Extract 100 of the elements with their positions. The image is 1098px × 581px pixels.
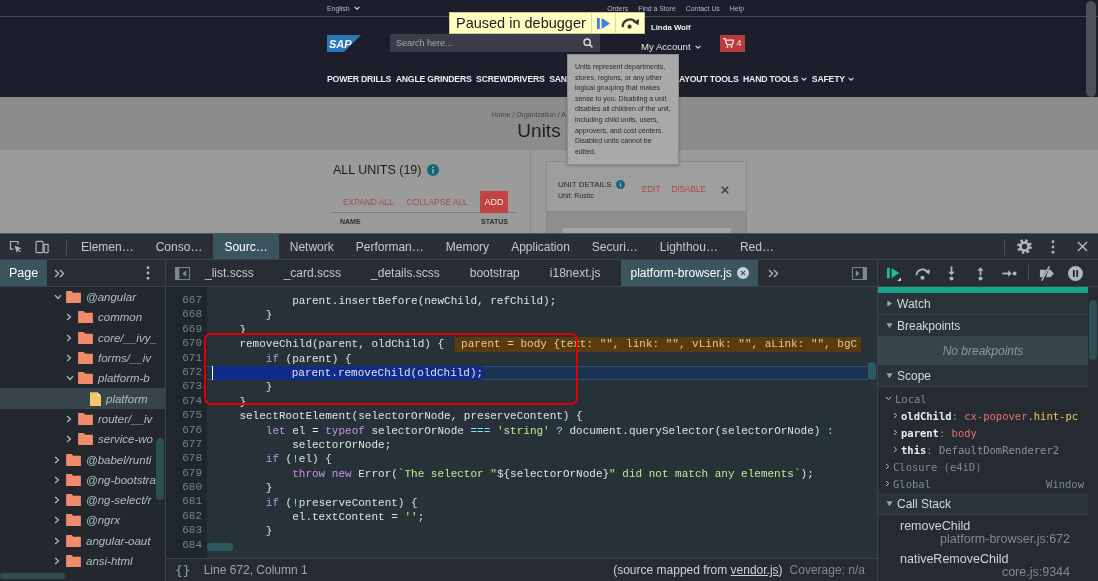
arc-arrow-dot-icon[interactable]: [914, 266, 931, 280]
chevron-icon[interactable]: [54, 294, 62, 301]
file-tab[interactable]: _details.scss: [356, 260, 455, 286]
tree-item[interactable]: service-wo: [0, 429, 165, 450]
file-tab[interactable]: platform-browser.js: [620, 260, 758, 286]
section-header[interactable]: Watch: [878, 293, 1088, 315]
bar-play-icon[interactable]: [886, 265, 901, 281]
chevron-icon[interactable]: [54, 455, 60, 464]
scope-item[interactable]: Closure (e4iD): [878, 458, 1088, 475]
file-tab[interactable]: _list.scss: [190, 260, 269, 286]
arc-arrow-dot-icon[interactable]: [619, 17, 640, 29]
call-frame[interactable]: nativeRemoveChild core.js:9344: [878, 548, 1088, 581]
logo[interactable]: SAP: [327, 34, 361, 52]
scrollbar-thumb: [0, 573, 65, 579]
code-line: selectRootElement(selectorOrNode, preserveContent) {: [238, 409, 583, 424]
line-number: 668: [181, 308, 203, 323]
category-link[interactable]: ANGLE GRINDERS: [395, 73, 472, 84]
category-link[interactable]: SAFETY: [811, 73, 854, 84]
scope-variable[interactable]: this: DefaultDomRenderer2: [878, 441, 1088, 458]
panel-left-icon[interactable]: [175, 266, 190, 280]
scope-variable[interactable]: oldChild: cx-popover.hint-pc: [878, 407, 1088, 424]
file-tab[interactable]: i18next.js: [534, 260, 616, 286]
search-icon[interactable]: [583, 38, 593, 48]
line-number: 679: [181, 466, 203, 481]
file-tab[interactable]: bootstrap: [454, 260, 535, 286]
tree-item[interactable]: @ng-select/r: [0, 489, 165, 511]
close-icon[interactable]: [1077, 241, 1088, 252]
kebab-menu-icon[interactable]: [1051, 239, 1055, 254]
pretty-print-button[interactable]: {}: [175, 562, 191, 578]
down-arrow-dot-icon[interactable]: [947, 265, 956, 281]
scope-item[interactable]: Global Window: [878, 475, 1088, 492]
chevron-icon[interactable]: [54, 516, 60, 525]
account-menu[interactable]: My Account: [641, 40, 701, 54]
panel-tab[interactable]: Lighthou…: [648, 234, 729, 259]
tree-item[interactable]: @angular: [0, 287, 165, 308]
chevron-icon[interactable]: [66, 354, 72, 363]
panel-tab[interactable]: Memory: [434, 234, 501, 259]
tree-item[interactable]: angular-oaut: [0, 530, 165, 551]
chevron-icon[interactable]: [66, 375, 74, 382]
source-file-link[interactable]: vendor.js: [730, 563, 779, 577]
call-frame[interactable]: removeChild platform-browser.js:672: [878, 515, 1088, 548]
bar-play-icon[interactable]: [595, 16, 611, 30]
category-link[interactable]: AYOUT TOOLS: [678, 73, 739, 84]
section-header[interactable]: Scope: [878, 365, 1088, 387]
tree-item[interactable]: @ngrx: [0, 510, 165, 531]
settings-icon[interactable]: [1017, 239, 1032, 254]
add-button[interactable]: ADD: [480, 190, 508, 213]
chevron-down-icon: [801, 76, 808, 81]
cursor-box-icon[interactable]: [9, 239, 23, 254]
chevron-icon[interactable]: [66, 333, 72, 342]
panel-tab[interactable]: Performan…: [344, 234, 435, 259]
panel-tab[interactable]: Conso…: [144, 234, 214, 259]
navigator-tab[interactable]: Page: [0, 260, 48, 286]
chevron-icon[interactable]: [54, 536, 60, 545]
tree-item[interactable]: @babel/runti: [0, 449, 165, 470]
panel-tab[interactable]: Application: [500, 234, 581, 259]
chevron-icon[interactable]: [54, 557, 60, 565]
section-header[interactable]: Breakpoints: [878, 315, 1088, 337]
close-icon[interactable]: [736, 267, 749, 279]
panel-tab[interactable]: Red…: [728, 234, 785, 259]
slashed-label-icon[interactable]: [1038, 265, 1055, 281]
scope-variable[interactable]: parent: body: [878, 424, 1088, 441]
right-arrow-dot-icon[interactable]: [1002, 268, 1017, 278]
category-link[interactable]: SCREWDRIVERS: [476, 73, 545, 84]
chevron-icon[interactable]: [54, 496, 60, 505]
section-header[interactable]: Call Stack: [878, 493, 1088, 515]
scope-item[interactable]: Local: [878, 390, 1088, 407]
file-tab[interactable]: _card.scss: [268, 260, 357, 286]
tree-item[interactable]: platform: [0, 388, 165, 409]
tree-item[interactable]: forms/__iv: [0, 347, 165, 369]
up-arrow-dot-icon[interactable]: [976, 265, 985, 281]
folder-icon: [66, 453, 81, 466]
category-link[interactable]: POWER DRILLS: [327, 73, 392, 84]
panel-right-icon[interactable]: [852, 266, 867, 280]
tree-item[interactable]: ansi-html: [0, 550, 165, 572]
double-chevron-icon[interactable]: [54, 268, 66, 278]
double-chevron-icon[interactable]: [767, 268, 779, 278]
tree-item[interactable]: @ng-bootstra: [0, 469, 165, 490]
panel-tab[interactable]: Network: [278, 234, 345, 259]
devices-icon[interactable]: [35, 239, 49, 254]
chevron-icon[interactable]: [66, 435, 72, 444]
tree-item[interactable]: core/__ivy_: [0, 327, 165, 348]
code-line: if (parent) {: [264, 351, 352, 366]
tree-item[interactable]: common: [0, 307, 165, 328]
chevron-icon[interactable]: [54, 475, 60, 484]
scrollbar-thumb: [156, 438, 164, 500]
category-link[interactable]: HAND TOOLS: [743, 73, 808, 84]
close-icon[interactable]: [721, 185, 729, 194]
cart-button[interactable]: 4: [719, 34, 745, 52]
tree-item[interactable]: platform-b: [0, 368, 165, 389]
line-number: 681: [181, 495, 203, 510]
panel-tab[interactable]: Elemen…: [70, 234, 145, 259]
kebab-menu-icon[interactable]: [146, 266, 150, 280]
search-field[interactable]: Search here...: [390, 34, 600, 52]
chevron-icon[interactable]: [66, 313, 72, 322]
tree-item[interactable]: router/__iv: [0, 408, 165, 430]
panel-tab[interactable]: Sourc…: [213, 234, 279, 259]
category-link[interactable]: SAN: [549, 73, 567, 84]
panel-tab[interactable]: Securi…: [580, 234, 649, 259]
chevron-icon[interactable]: [66, 414, 72, 423]
